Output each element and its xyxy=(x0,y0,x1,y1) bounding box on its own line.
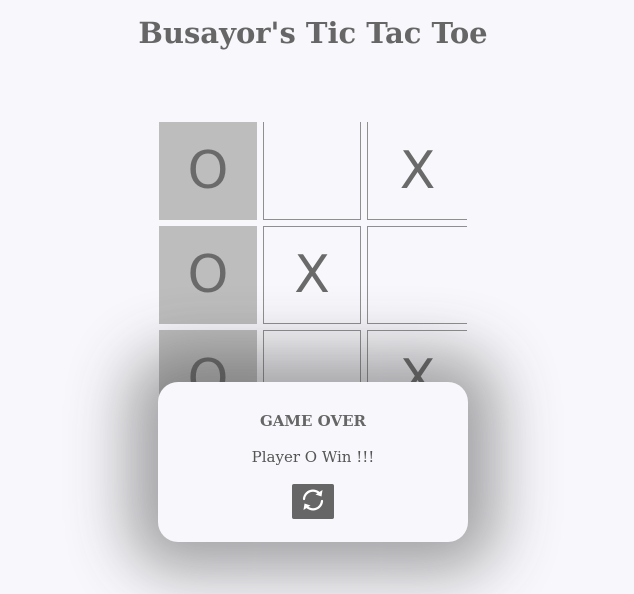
board-cell[interactable]: O xyxy=(159,226,257,324)
modal-title: GAME OVER xyxy=(259,412,367,430)
board-cell[interactable] xyxy=(263,122,361,220)
page-title: Busayor's Tic Tac Toe xyxy=(138,16,488,50)
board-cell[interactable]: X xyxy=(263,226,361,324)
board-cell[interactable]: O xyxy=(159,122,257,220)
board-cell[interactable] xyxy=(367,226,467,324)
game-over-modal: GAME OVER Player O Win !!! xyxy=(158,382,468,542)
result-message: Player O Win !!! xyxy=(251,448,375,466)
board-cell[interactable]: X xyxy=(367,122,467,220)
restart-button[interactable] xyxy=(292,484,334,519)
restart-icon xyxy=(299,487,327,516)
